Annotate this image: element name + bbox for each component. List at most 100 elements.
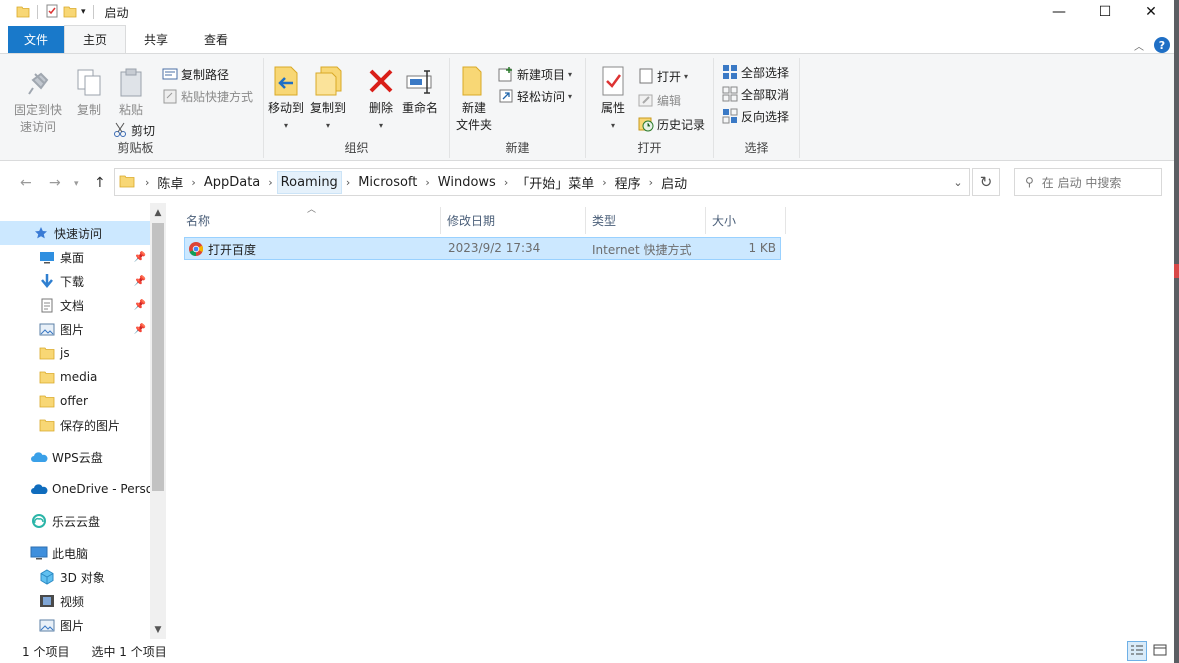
pin-icon[interactable]: 📌 bbox=[134, 300, 146, 311]
nav-item-desktop[interactable]: 桌面 📌 bbox=[0, 245, 150, 269]
cut-button[interactable]: 剪切 bbox=[112, 120, 155, 140]
nav-item-folder-js[interactable]: js bbox=[0, 341, 150, 365]
forward-arrow-icon[interactable]: → bbox=[49, 175, 61, 191]
breadcrumb-item[interactable]: Roaming › bbox=[276, 170, 355, 194]
large-icons-view-button[interactable] bbox=[1150, 641, 1170, 661]
delete-button[interactable]: 删除 ▾ bbox=[364, 64, 398, 134]
breadcrumb-item[interactable]: 「开始」菜单 › bbox=[512, 173, 610, 192]
delete-x-icon bbox=[364, 64, 398, 98]
paste-button[interactable]: 粘贴 bbox=[114, 66, 148, 119]
new-item-button[interactable]: 新建项目 ▾ bbox=[498, 64, 572, 84]
tab-share[interactable]: 共享 bbox=[126, 26, 186, 53]
properties-button[interactable]: 属性 ▾ bbox=[596, 64, 630, 134]
nav-item-pictures[interactable]: 图片 📌 bbox=[0, 317, 150, 341]
new-folder-button[interactable]: 新建 文件夹 bbox=[456, 64, 492, 134]
nav-item-folder-media[interactable]: media bbox=[0, 365, 150, 389]
nav-item-saved-pictures[interactable]: 保存的图片 bbox=[0, 413, 150, 437]
close-button[interactable]: ✕ bbox=[1128, 0, 1174, 24]
paste-shortcut-icon bbox=[162, 88, 178, 104]
copy-to-button[interactable]: 复制到 ▾ bbox=[310, 64, 346, 134]
address-bar[interactable]: › 陈卓 › AppData › Roaming › Microsoft › Windo… bbox=[114, 168, 970, 196]
nav-item-onedrive[interactable]: OneDrive - Perso bbox=[0, 477, 150, 501]
window-title: 启动 bbox=[104, 5, 129, 20]
nav-item-documents[interactable]: 文档 📌 bbox=[0, 293, 150, 317]
scissors-icon bbox=[112, 122, 128, 138]
invert-selection-label: 反向选择 bbox=[741, 109, 790, 124]
breadcrumb-item[interactable]: 程序 › bbox=[611, 173, 657, 192]
organize-group-label: 组织 bbox=[344, 141, 369, 155]
copy-path-button[interactable]: 复制路径 bbox=[162, 64, 229, 84]
column-header-size[interactable]: 大小 bbox=[706, 207, 786, 234]
recent-locations-chevron-icon[interactable]: ▾ bbox=[74, 179, 79, 189]
pin-icon[interactable]: 📌 bbox=[134, 276, 146, 287]
column-header-name[interactable]: 名称 bbox=[180, 207, 441, 234]
copy-icon bbox=[72, 66, 106, 100]
pin-icon[interactable]: 📌 bbox=[134, 252, 146, 263]
breadcrumb-item[interactable]: Microsoft › bbox=[354, 175, 434, 190]
pin-to-quick-access-button[interactable]: 固定到快 速访问 bbox=[14, 66, 62, 136]
column-header-date[interactable]: 修改日期 bbox=[441, 207, 586, 234]
edit-button[interactable]: 编辑 bbox=[638, 90, 681, 110]
up-arrow-icon[interactable]: ↑ bbox=[94, 175, 106, 191]
new-group-label: 新建 bbox=[505, 141, 530, 155]
properties-dropdown-icon: ▾ bbox=[610, 121, 615, 130]
back-arrow-icon[interactable]: ← bbox=[20, 175, 32, 191]
open-button[interactable]: 打开 ▾ bbox=[638, 66, 688, 86]
tab-file[interactable]: 文件 bbox=[8, 26, 64, 53]
invert-selection-button[interactable]: 反向选择 bbox=[722, 106, 789, 126]
breadcrumb-item[interactable]: Windows › bbox=[434, 175, 512, 190]
customize-quick-access-icon[interactable]: ▾ bbox=[81, 7, 86, 17]
paste-shortcut-button[interactable]: 粘贴快捷方式 bbox=[162, 86, 253, 106]
organize-group: 移动到 ▾ 复制到 ▾ 删除 ▾ 重命名 组织 bbox=[264, 58, 450, 158]
new-folder-label-1: 新建 bbox=[462, 101, 487, 115]
tab-home[interactable]: 主页 bbox=[64, 25, 127, 53]
nav-pane-scrollbar[interactable]: ▲ ▼ bbox=[150, 203, 166, 639]
select-none-icon bbox=[722, 86, 738, 102]
history-button[interactable]: 历史记录 bbox=[638, 114, 705, 134]
nav-item-quick-access[interactable]: 快速访问 bbox=[0, 221, 150, 245]
help-icon[interactable]: ? bbox=[1154, 37, 1170, 53]
nav-item-pictures-pc[interactable]: 图片 bbox=[0, 613, 150, 637]
select-none-button[interactable]: 全部取消 bbox=[722, 84, 789, 104]
nav-item-wps-cloud[interactable]: WPS云盘 bbox=[0, 445, 150, 469]
folder-icon bbox=[38, 393, 56, 409]
document-icon bbox=[38, 297, 56, 313]
scroll-down-icon[interactable]: ▼ bbox=[150, 625, 166, 635]
minimize-button[interactable]: — bbox=[1036, 0, 1082, 24]
select-all-button[interactable]: 全部选择 bbox=[722, 62, 789, 82]
history-icon bbox=[638, 116, 654, 132]
column-header-type[interactable]: 类型 bbox=[586, 207, 706, 234]
breadcrumb-separator[interactable]: › bbox=[141, 176, 153, 189]
nav-item-videos[interactable]: 视频 bbox=[0, 589, 150, 613]
address-history-chevron-icon[interactable]: ⌄ bbox=[947, 176, 969, 189]
copy-button[interactable]: 复制 bbox=[72, 66, 106, 119]
easy-access-button[interactable]: 轻松访问 ▾ bbox=[498, 86, 572, 106]
nav-item-3d-objects[interactable]: 3D 对象 bbox=[0, 565, 150, 589]
breadcrumb-item[interactable]: AppData › bbox=[200, 175, 277, 190]
folder-icon bbox=[38, 369, 56, 385]
breadcrumb-item[interactable]: 陈卓 › bbox=[153, 173, 199, 192]
search-box[interactable]: ⚲ 在 启动 中搜索 bbox=[1014, 168, 1162, 196]
properties-quick-icon[interactable] bbox=[45, 4, 59, 21]
pin-icon[interactable]: 📌 bbox=[134, 324, 146, 335]
tab-view[interactable]: 查看 bbox=[186, 26, 246, 53]
new-group: 新建 文件夹 新建项目 ▾ 轻松访问 ▾ 新建 bbox=[450, 58, 586, 158]
scrollbar-thumb[interactable] bbox=[152, 223, 164, 491]
chrome-shortcut-icon bbox=[188, 241, 204, 260]
nav-item-this-pc[interactable]: 此电脑 bbox=[0, 541, 150, 565]
collapse-ribbon-icon[interactable]: ︿ bbox=[1134, 38, 1144, 53]
maximize-button[interactable]: ☐ bbox=[1082, 0, 1128, 24]
move-to-button[interactable]: 移动到 ▾ bbox=[268, 64, 304, 134]
details-view-button[interactable] bbox=[1127, 641, 1147, 661]
nav-item-downloads[interactable]: 下载 📌 bbox=[0, 269, 150, 293]
rename-button[interactable]: 重命名 bbox=[402, 64, 438, 117]
file-row[interactable]: 打开百度 2023/9/2 17:34 Internet 快捷方式 1 KB bbox=[184, 237, 781, 260]
cut-label: 剪切 bbox=[131, 123, 156, 138]
refresh-button[interactable]: ↻ bbox=[972, 168, 1000, 196]
nav-item-leyun-cloud[interactable]: 乐云云盘 bbox=[0, 509, 150, 533]
breadcrumb-item[interactable]: 启动 bbox=[657, 173, 691, 192]
scroll-up-icon[interactable]: ▲ bbox=[150, 208, 166, 218]
folder-icon bbox=[38, 345, 56, 361]
nav-item-folder-offer[interactable]: offer bbox=[0, 389, 150, 413]
new-folder-quick-icon[interactable] bbox=[63, 4, 77, 21]
